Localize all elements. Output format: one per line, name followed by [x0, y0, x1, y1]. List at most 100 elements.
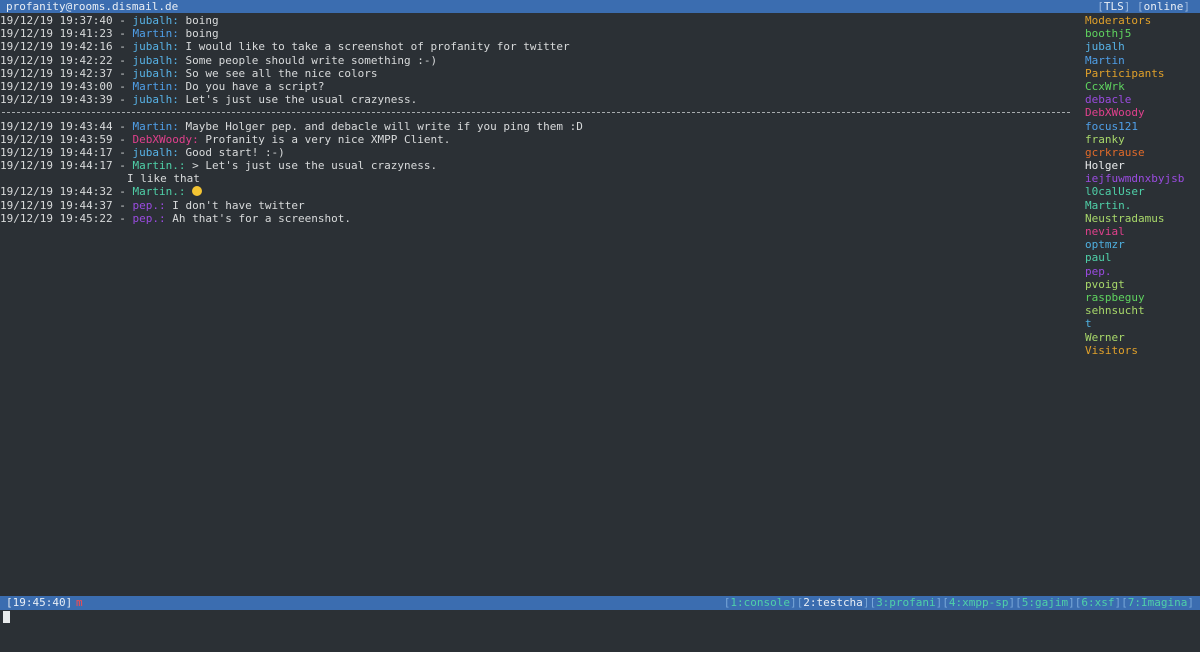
roster-item[interactable]: pep.	[1085, 265, 1197, 278]
message-timestamp: 19/12/19 19:43:44	[0, 119, 113, 133]
roster-item[interactable]: Martin.	[1085, 199, 1197, 212]
activity-indicator: m	[76, 596, 83, 609]
message-timestamp: 19/12/19 19:42:37	[0, 66, 113, 80]
message-nick[interactable]: pep.	[132, 199, 159, 212]
message-nick[interactable]: Martin.	[132, 159, 178, 172]
room-jid: profanity@rooms.dismail.de	[6, 0, 179, 13]
message-timestamp: 19/12/19 19:44:17	[0, 145, 113, 159]
roster-item[interactable]: gcrkrause	[1085, 146, 1197, 159]
input-cursor[interactable]	[3, 611, 10, 623]
message-timestamp: 19/12/19 19:42:16	[0, 40, 113, 54]
encryption-indicator: TLS	[1103, 0, 1124, 13]
message-text: Let's just use the usual crazyness.	[185, 93, 418, 107]
message-text: Do you have a script?	[185, 79, 325, 93]
window-tab[interactable]: 5:gajim	[1022, 596, 1068, 609]
message-nick[interactable]: jubalh	[132, 67, 172, 80]
message-line: 19/12/19 19:43:00 - Martin: Do you have …	[0, 79, 325, 93]
message-line: 19/12/19 19:44:32 - Martin.:	[0, 185, 1078, 198]
title-bar: profanity@rooms.dismail.de [TLS] [online…	[0, 0, 1200, 13]
message-nick[interactable]: jubalh	[132, 40, 172, 53]
message-text: boing	[185, 14, 219, 27]
roster-item[interactable]: sehnsucht	[1085, 304, 1197, 317]
roster-item[interactable]: nevial	[1085, 225, 1197, 238]
message-nick[interactable]: Martin	[132, 27, 172, 40]
message-nick[interactable]: jubalh	[132, 93, 172, 106]
window-tab[interactable]: 1:console	[730, 596, 790, 609]
roster-group-header: Participants	[1085, 66, 1165, 80]
message-line: 19/12/19 19:44:17 - jubalh: Good start! …	[0, 145, 285, 159]
message-timestamp: 19/12/19 19:43:39	[0, 93, 113, 107]
status-clock: [19:45:40]	[6, 596, 73, 609]
unread-divider	[2, 112, 1070, 113]
roster-item[interactable]: iejfuwmdnxbyjsb	[1085, 172, 1197, 185]
roster-item[interactable]: jubalh	[1085, 40, 1197, 53]
roster-item[interactable]: boothj5	[1085, 27, 1197, 40]
occupant-roster: Moderators boothj5 jubalh Martin Participant…	[1085, 14, 1197, 357]
message-text: Maybe Holger pep. and debacle will write…	[185, 119, 583, 133]
message-nick[interactable]: Martin.	[132, 185, 178, 198]
message-timestamp: 19/12/19 19:42:22	[0, 53, 113, 67]
message-nick[interactable]: pep.	[132, 212, 159, 225]
message-line: 19/12/19 19:42:22 - jubalh: Some people …	[0, 53, 438, 67]
message-continuation: I like that	[0, 172, 1078, 185]
roster-item[interactable]: Werner	[1085, 331, 1197, 344]
roster-item[interactable]: Neustradamus	[1085, 212, 1197, 225]
message-text: boing	[185, 27, 219, 41]
message-nick[interactable]: jubalh	[132, 146, 172, 159]
message-line: 19/12/19 19:42:37 - jubalh: So we see al…	[0, 66, 378, 80]
message-timestamp: 19/12/19 19:44:37	[0, 198, 113, 212]
roster-item[interactable]: l0calUser	[1085, 185, 1197, 198]
message-line: 19/12/19 19:41:23 - Martin: boing	[0, 27, 219, 41]
roster-item[interactable]: focus121	[1085, 120, 1197, 133]
message-nick[interactable]: DebXWoody	[132, 133, 192, 146]
status-time: 19:45:40	[12, 596, 66, 609]
window-tab[interactable]: 2:testcha	[803, 596, 863, 609]
roster-item[interactable]: Holger	[1085, 159, 1197, 172]
window-tab[interactable]: 3:profani	[876, 596, 936, 609]
roster-group-header: Visitors	[1085, 343, 1138, 357]
roster-group-header: Moderators	[1085, 14, 1152, 27]
message-timestamp: 19/12/19 19:43:00	[0, 79, 113, 93]
window-list: [1:console][2:testcha][3:profani][4:xmpp…	[723, 596, 1194, 609]
smiley-emoji-icon	[192, 186, 203, 197]
message-text: I like that	[127, 172, 200, 186]
message-timestamp: 19/12/19 19:41:23	[0, 27, 113, 41]
message-timestamp: 19/12/19 19:44:32	[0, 185, 113, 199]
message-nick[interactable]: jubalh	[132, 14, 172, 27]
message-line: 19/12/19 19:44:17 - Martin.: > Let's jus…	[0, 159, 438, 173]
connection-status: [TLS] [online]	[1097, 0, 1190, 13]
message-timestamp: 19/12/19 19:37:40	[0, 14, 113, 27]
roster-item[interactable]: t	[1085, 317, 1197, 330]
roster-item[interactable]: DebXWoody	[1085, 106, 1197, 119]
roster-item[interactable]: raspbeguy	[1085, 291, 1197, 304]
status-bar: [19:45:40] m [1:console][2:testcha][3:pr…	[0, 596, 1200, 610]
roster-item[interactable]: CcxWrk	[1085, 80, 1197, 93]
roster-item[interactable]: debacle	[1085, 93, 1197, 106]
roster-item[interactable]: Martin	[1085, 54, 1197, 67]
window-tab[interactable]: 7:Imagina	[1128, 596, 1188, 609]
message-text: Some people should write something :-)	[185, 53, 438, 67]
message-nick[interactable]: Martin	[132, 80, 172, 93]
roster-item[interactable]: paul	[1085, 251, 1197, 264]
roster-item[interactable]: optmzr	[1085, 238, 1197, 251]
message-line: 19/12/19 19:43:59 - DebXWoody: Profanity…	[0, 132, 451, 146]
message-text: Profanity is a very nice XMPP Client.	[205, 132, 451, 146]
message-timestamp: 19/12/19 19:43:59	[0, 132, 113, 146]
roster-item[interactable]: franky	[1085, 133, 1197, 146]
message-line: 19/12/19 19:42:16 - jubalh: I would like…	[0, 40, 570, 54]
message-text: I would like to take a screenshot of pro…	[185, 40, 570, 54]
chat-log[interactable]: 19/12/19 19:37:40 - jubalh: boing 19/12/1…	[0, 14, 1078, 225]
message-nick[interactable]: Martin	[132, 120, 172, 133]
presence-status: online	[1143, 0, 1184, 13]
message-timestamp: 19/12/19 19:44:17	[0, 159, 113, 173]
window-tab[interactable]: 6:xsf	[1081, 596, 1114, 609]
roster-item[interactable]: pvoigt	[1085, 278, 1197, 291]
message-text: Good start! :-)	[185, 145, 285, 159]
message-timestamp: 19/12/19 19:45:22	[0, 211, 113, 225]
message-text: Ah that's for a screenshot.	[172, 211, 352, 225]
message-line: 19/12/19 19:43:39 - jubalh: Let's just u…	[0, 93, 418, 107]
window-tab[interactable]: 4:xmpp-sp	[949, 596, 1009, 609]
message-nick[interactable]: jubalh	[132, 54, 172, 67]
message-line: 19/12/19 19:37:40 - jubalh: boing	[0, 14, 219, 27]
message-text: So we see all the nice colors	[185, 66, 378, 80]
